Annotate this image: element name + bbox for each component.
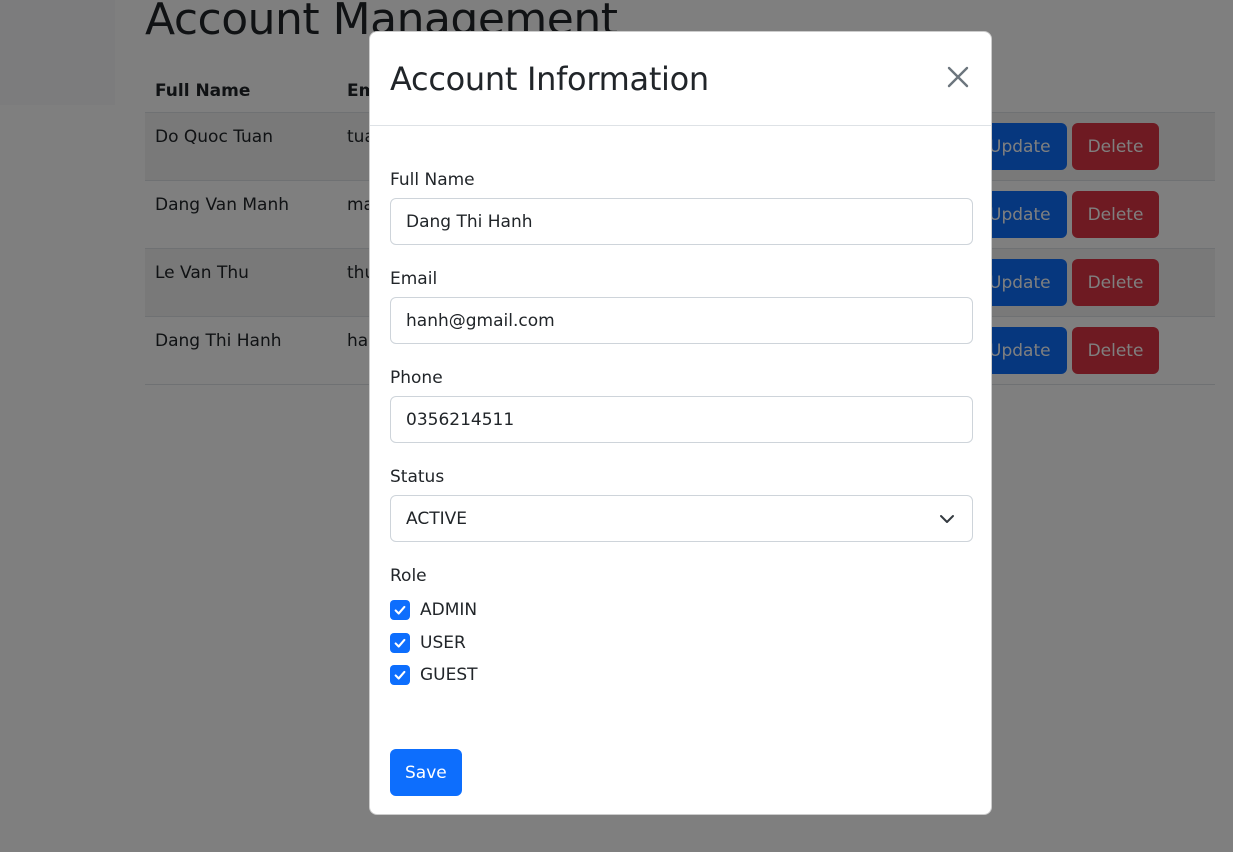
phone-label: Phone (390, 368, 443, 388)
check-icon (394, 606, 406, 615)
email-label: Email (390, 269, 438, 289)
status-select-wrap: ACTIVE (390, 495, 973, 542)
close-button[interactable] (943, 64, 973, 94)
save-button[interactable]: Save (390, 749, 462, 796)
role-option-admin: ADMIN (390, 594, 971, 627)
guest-checkbox[interactable] (390, 665, 410, 686)
role-option-user: USER (390, 627, 971, 660)
close-icon (947, 66, 969, 88)
full-name-input[interactable] (390, 198, 973, 245)
role-label: Role (390, 566, 427, 586)
modal-header: Account Information (370, 32, 991, 126)
account-info-modal: Account Information Full Name Email Phon… (369, 31, 992, 815)
phone-input[interactable] (390, 396, 973, 443)
role-option-guest: GUEST (390, 659, 971, 692)
guest-label: GUEST (420, 665, 478, 686)
status-label: Status (390, 467, 445, 487)
modal-title: Account Information (390, 59, 709, 98)
check-icon (394, 638, 406, 648)
role-options: ADMIN USER GUEST (390, 594, 971, 692)
email-input[interactable] (390, 297, 973, 344)
check-icon (394, 671, 406, 680)
admin-label: ADMIN (420, 600, 478, 621)
modal-body: Full Name Email Phone Status ACTIVE Role… (370, 170, 991, 692)
user-checkbox[interactable] (390, 632, 410, 653)
status-select[interactable]: ACTIVE (390, 495, 973, 542)
user-label: USER (420, 632, 466, 653)
full-name-label: Full Name (390, 170, 475, 190)
admin-checkbox[interactable] (390, 600, 410, 621)
